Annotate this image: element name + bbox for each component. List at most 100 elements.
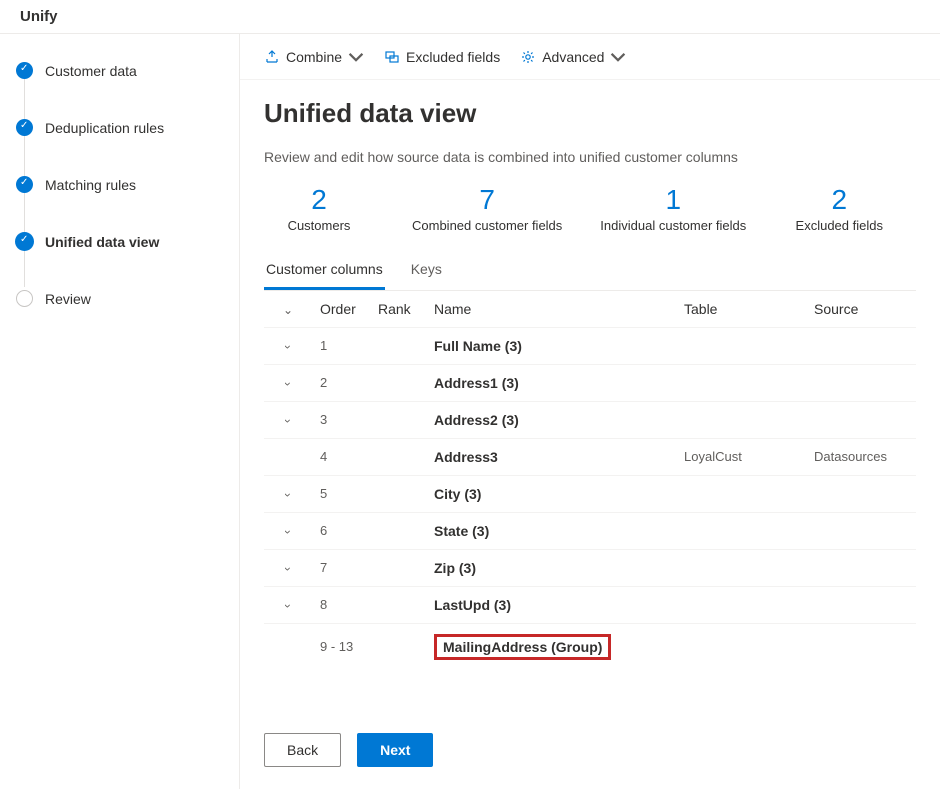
cell-source: Datasources (806, 438, 916, 475)
step-matching-rules[interactable]: Matching rules (16, 176, 223, 193)
cell-rank (370, 623, 426, 670)
table-row[interactable]: › 6 State (3) (264, 512, 916, 549)
col-source[interactable]: Source (806, 291, 916, 328)
excluded-label: Excluded fields (406, 49, 500, 65)
excluded-icon (384, 49, 400, 65)
tab-keys[interactable]: Keys (409, 251, 444, 290)
step-unified-data-view[interactable]: Unified data view (16, 233, 223, 250)
toolbar: Combine Excluded fields Advanced (240, 34, 940, 80)
stat-num: 7 (412, 185, 562, 216)
col-order[interactable]: Order (312, 291, 370, 328)
highlighted-group: MailingAddress (Group) (434, 634, 611, 660)
page-title: Unified data view (264, 98, 916, 129)
cell-name: Full Name (3) (426, 327, 676, 364)
stat-individual-fields: 1 Individual customer fields (600, 185, 746, 233)
step-review[interactable]: Review (16, 290, 223, 307)
chevron-right-icon[interactable]: › (281, 345, 295, 349)
tab-customer-columns[interactable]: Customer columns (264, 251, 385, 290)
stat-num: 2 (264, 185, 374, 216)
cell-source (806, 475, 916, 512)
chevron-right-icon[interactable]: › (281, 382, 295, 386)
cell-source (806, 623, 916, 670)
page-subtitle: Review and edit how source data is combi… (264, 149, 916, 165)
cell-rank (370, 401, 426, 438)
stat-label: Excluded fields (784, 218, 894, 233)
chevron-down-icon (610, 49, 626, 65)
cell-rank (370, 586, 426, 623)
cell-order: 5 (312, 475, 370, 512)
combine-menu[interactable]: Combine (264, 49, 364, 65)
table-row[interactable]: 4Address3LoyalCustDatasources (264, 438, 916, 475)
cell-name: MailingAddress (Group) (426, 623, 676, 670)
cell-source (806, 327, 916, 364)
cell-name: Address2 (3) (426, 401, 676, 438)
stat-customers: 2 Customers (264, 185, 374, 233)
stat-combined-fields: 7 Combined customer fields (412, 185, 562, 233)
cell-source (806, 549, 916, 586)
cell-table (676, 327, 806, 364)
back-button[interactable]: Back (264, 733, 341, 767)
col-rank[interactable]: Rank (370, 291, 426, 328)
gear-icon (520, 49, 536, 65)
chevron-down-icon: ⌄ (283, 303, 293, 317)
check-icon (16, 119, 33, 136)
combine-icon (264, 49, 280, 65)
cell-rank (370, 512, 426, 549)
cell-name: LastUpd (3) (426, 586, 676, 623)
cell-order: 1 (312, 327, 370, 364)
cell-name: City (3) (426, 475, 676, 512)
steps-list: Customer data Deduplication rules Matchi… (16, 62, 223, 307)
check-icon (16, 233, 33, 250)
sort-header[interactable]: ⌄ (264, 291, 312, 328)
step-dedup-rules[interactable]: Deduplication rules (16, 119, 223, 136)
table-row[interactable]: ›7Zip (3) (264, 549, 916, 586)
check-icon (16, 176, 33, 193)
excluded-fields-button[interactable]: Excluded fields (384, 49, 500, 65)
cell-rank (370, 549, 426, 586)
columns-table: ⌄ Order Rank Name Table Source › 1 Full Na… (264, 291, 916, 670)
circle-icon (16, 290, 33, 307)
cell-table: LoyalCust (676, 438, 806, 475)
chevron-right-icon[interactable]: › (281, 419, 295, 423)
cell-name: Address3 (426, 438, 676, 475)
table-row[interactable]: ›2Address1 (3) (264, 364, 916, 401)
cell-name: Address1 (3) (426, 364, 676, 401)
cell-table (676, 401, 806, 438)
col-name[interactable]: Name (426, 291, 676, 328)
stat-excluded-fields: 2 Excluded fields (784, 185, 894, 233)
advanced-label: Advanced (542, 49, 604, 65)
step-label: Matching rules (45, 177, 136, 193)
cell-rank (370, 475, 426, 512)
sidebar: Customer data Deduplication rules Matchi… (0, 34, 240, 789)
stat-num: 2 (784, 185, 894, 216)
stat-label: Customers (264, 218, 374, 233)
table-row[interactable]: › 1 Full Name (3) (264, 327, 916, 364)
tabs: Customer columns Keys (264, 251, 916, 291)
step-label: Customer data (45, 63, 137, 79)
next-button[interactable]: Next (357, 733, 433, 767)
chevron-right-icon[interactable]: › (281, 567, 295, 571)
cell-source (806, 401, 916, 438)
cell-rank (370, 364, 426, 401)
advanced-menu[interactable]: Advanced (520, 49, 626, 65)
table-row[interactable]: ›3Address2 (3) (264, 401, 916, 438)
table-row[interactable]: 9 - 13MailingAddress (Group) (264, 623, 916, 670)
table-row[interactable]: › 5 City (3) (264, 475, 916, 512)
cell-name: State (3) (426, 512, 676, 549)
table-row[interactable]: › 8 LastUpd (3) (264, 586, 916, 623)
cell-table (676, 623, 806, 670)
chevron-right-icon[interactable]: › (281, 493, 295, 497)
col-table[interactable]: Table (676, 291, 806, 328)
cell-order: 6 (312, 512, 370, 549)
cell-table (676, 512, 806, 549)
step-label: Unified data view (45, 234, 159, 250)
step-customer-data[interactable]: Customer data (16, 62, 223, 79)
cell-order: 8 (312, 586, 370, 623)
combine-label: Combine (286, 49, 342, 65)
cell-table (676, 549, 806, 586)
chevron-right-icon[interactable]: › (281, 604, 295, 608)
chevron-down-icon (348, 49, 364, 65)
cell-rank (370, 438, 426, 475)
footer: Back Next (240, 719, 940, 789)
chevron-right-icon[interactable]: › (281, 530, 295, 534)
